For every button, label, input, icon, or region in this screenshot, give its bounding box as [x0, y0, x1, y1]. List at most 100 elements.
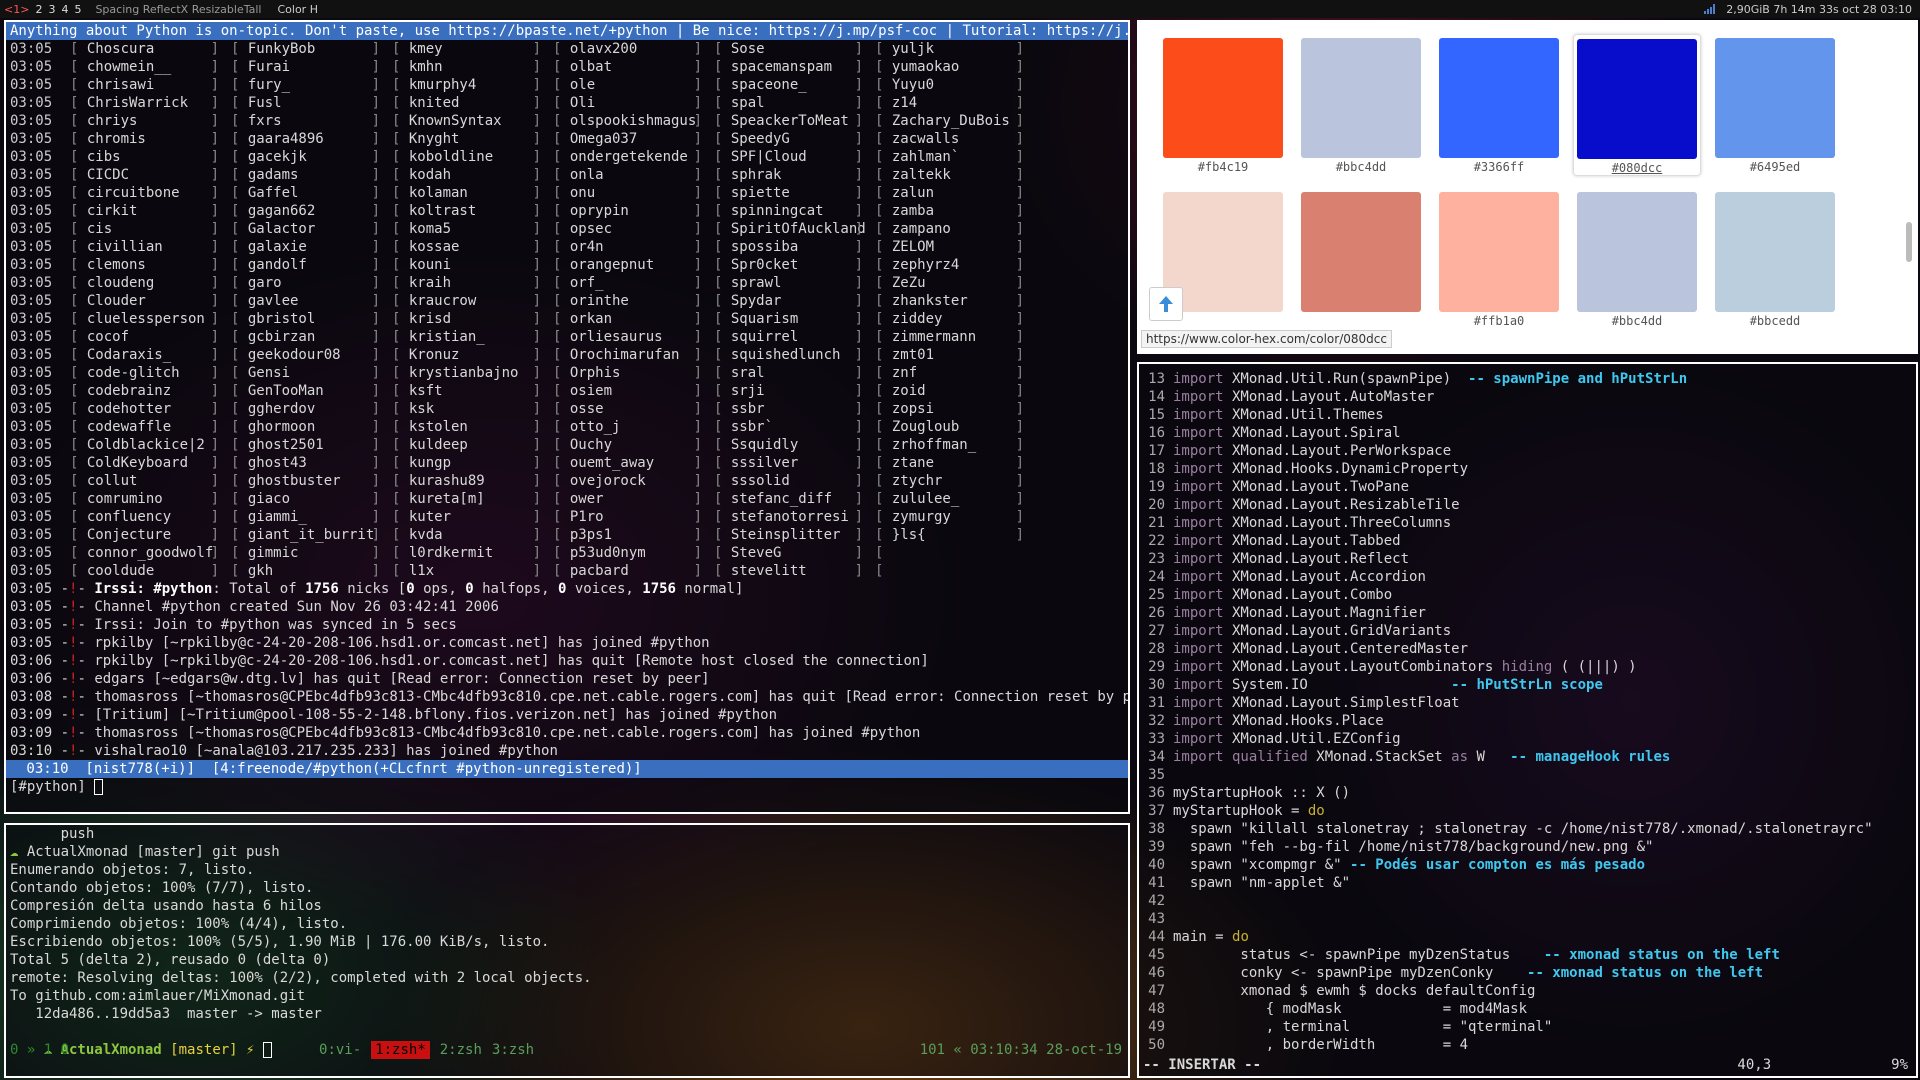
- nick-name[interactable]: cooldude: [87, 563, 154, 579]
- scrollbar[interactable]: [1906, 222, 1912, 262]
- nick-name[interactable]: orinthe: [570, 293, 629, 309]
- nick-name[interactable]: zhankster: [892, 293, 968, 309]
- nick-name[interactable]: sssolid: [731, 473, 790, 489]
- nick-name[interactable]: gagan662: [248, 203, 315, 219]
- nick-name[interactable]: clemons: [87, 257, 146, 273]
- nick-name[interactable]: ghost43: [248, 455, 307, 471]
- nick-name[interactable]: opsec: [570, 221, 612, 237]
- nick-name[interactable]: zamba: [892, 203, 934, 219]
- nick-name[interactable]: FunkyBob: [248, 41, 315, 57]
- nick-name[interactable]: sral: [731, 365, 765, 381]
- workspace-1[interactable]: <1>: [4, 3, 29, 16]
- nick-name[interactable]: olbat: [570, 59, 612, 75]
- swatch-color[interactable]: [1163, 38, 1283, 158]
- nick-name[interactable]: kstolen: [409, 419, 468, 435]
- nick-name[interactable]: gimmic: [248, 545, 299, 561]
- nick-name[interactable]: Steinsplitter: [731, 527, 841, 543]
- nick-name[interactable]: Spr0cket: [731, 257, 798, 273]
- nick-name[interactable]: gkh: [248, 563, 273, 579]
- nick-name[interactable]: kristian_: [409, 329, 485, 345]
- nick-name[interactable]: SpeedyG: [731, 131, 790, 147]
- nick-name[interactable]: cocof: [87, 329, 129, 345]
- nick-name[interactable]: or4n: [570, 239, 604, 255]
- nick-name[interactable]: pacbard: [570, 563, 629, 579]
- nick-name[interactable]: spacemanspam: [731, 59, 832, 75]
- swatch-hex-label[interactable]: #ffb1a0: [1435, 314, 1563, 328]
- nick-name[interactable]: gadams: [248, 167, 299, 183]
- nick-name[interactable]: koltrast: [409, 203, 476, 219]
- swatch-hex-label[interactable]: #3366ff: [1435, 160, 1563, 174]
- nick-name[interactable]: ggherdov: [248, 401, 315, 417]
- vim-editor-window[interactable]: 13 import XMonad.Util.Run(spawnPipe) -- s…: [1137, 362, 1918, 1078]
- nick-name[interactable]: Zougloub: [892, 419, 959, 435]
- nick-name[interactable]: zopsi: [892, 401, 934, 417]
- nick-name[interactable]: gandolf: [248, 257, 307, 273]
- nick-name[interactable]: spiette: [731, 185, 790, 201]
- workspace-4[interactable]: 4: [61, 3, 68, 16]
- nick-name[interactable]: Orphis: [570, 365, 621, 381]
- nick-name[interactable]: fxrs: [248, 113, 282, 129]
- color-hex-browser[interactable]: #fb4c19 #bbc4dd #3366ff #080dcc #6495ed #ffb1…: [1137, 20, 1918, 354]
- nick-name[interactable]: ouemt_away: [570, 455, 654, 471]
- nick-name[interactable]: olspookishmagus: [570, 113, 696, 129]
- nick-name[interactable]: spossiba: [731, 239, 798, 255]
- nick-name[interactable]: ztychr: [892, 473, 943, 489]
- scroll-top-button[interactable]: [1149, 287, 1183, 321]
- nick-name[interactable]: collut: [87, 473, 138, 489]
- nick-name[interactable]: cis: [87, 221, 112, 237]
- nick-name[interactable]: olavx200: [570, 41, 637, 57]
- nick-name[interactable]: P1ro: [570, 509, 604, 525]
- nick-name[interactable]: giammi_: [248, 509, 307, 525]
- nick-name[interactable]: Choscura: [87, 41, 154, 57]
- nick-name[interactable]: ghostbuster: [248, 473, 341, 489]
- nick-name[interactable]: SPF|Cloud: [731, 149, 807, 165]
- nick-name[interactable]: l0rdkermit: [409, 545, 493, 561]
- nick-name[interactable]: zimmermann: [892, 329, 976, 345]
- nick-name[interactable]: kureta[m]: [409, 491, 485, 507]
- nick-name[interactable]: ssbr: [731, 401, 765, 417]
- nick-name[interactable]: ovejorock: [570, 473, 646, 489]
- nick-name[interactable]: stefanotorresi: [731, 509, 849, 525]
- nick-name[interactable]: Yuyu0: [892, 77, 934, 93]
- nick-name[interactable]: ondergetekende: [570, 149, 688, 165]
- nick-name[interactable]: code-glitch: [87, 365, 180, 381]
- swatch-hex-label[interactable]: #080dcc: [1574, 161, 1700, 175]
- nick-name[interactable]: GenTooMan: [248, 383, 324, 399]
- nick-name[interactable]: ziddey: [892, 311, 943, 327]
- nick-name[interactable]: sphrak: [731, 167, 782, 183]
- nick-name[interactable]: srji: [731, 383, 765, 399]
- nick-name[interactable]: l1x: [409, 563, 434, 579]
- nick-name[interactable]: ZELOM: [892, 239, 934, 255]
- tmux-tab-0[interactable]: 0:vi-: [319, 1041, 361, 1059]
- nick-name[interactable]: circuitbone: [87, 185, 180, 201]
- nick-name[interactable]: ssbr`: [731, 419, 773, 435]
- nick-name[interactable]: kmey: [409, 41, 443, 57]
- color-swatch[interactable]: #3366ff: [1435, 34, 1563, 176]
- nick-name[interactable]: }ls{: [892, 527, 926, 543]
- nick-name[interactable]: Codaraxis_: [87, 347, 171, 363]
- nick-name[interactable]: z14: [892, 95, 917, 111]
- nick-name[interactable]: otto_j: [570, 419, 621, 435]
- nick-name[interactable]: SteveG: [731, 545, 782, 561]
- nick-name[interactable]: Ouchy: [570, 437, 612, 453]
- nick-name[interactable]: ksft: [409, 383, 443, 399]
- nick-name[interactable]: comrumino: [87, 491, 163, 507]
- nick-name[interactable]: giaco: [248, 491, 290, 507]
- nick-name[interactable]: codewaffle: [87, 419, 171, 435]
- nick-name[interactable]: Orochimarufan: [570, 347, 680, 363]
- nick-name[interactable]: kuldeep: [409, 437, 468, 453]
- color-swatch[interactable]: #fb4c19: [1159, 34, 1287, 176]
- nick-name[interactable]: connor_goodwolf: [87, 545, 213, 561]
- nick-name[interactable]: zululee_: [892, 491, 959, 507]
- nick-name[interactable]: oprypin: [570, 203, 629, 219]
- irssi-window[interactable]: Anything about Python is on-topic. Don't…: [4, 20, 1130, 814]
- nick-name[interactable]: kossae: [409, 239, 460, 255]
- tmux-tab-1[interactable]: 1:zsh*: [371, 1041, 430, 1059]
- nick-name[interactable]: kmurphy4: [409, 77, 476, 93]
- nick-name[interactable]: Spydar: [731, 293, 782, 309]
- nick-name[interactable]: p53ud0nym: [570, 545, 646, 561]
- swatch-color[interactable]: [1439, 192, 1559, 312]
- tmux-tab-2[interactable]: 2:zsh: [440, 1041, 482, 1059]
- nick-name[interactable]: KnownSyntax: [409, 113, 502, 129]
- nick-name[interactable]: zalun: [892, 185, 934, 201]
